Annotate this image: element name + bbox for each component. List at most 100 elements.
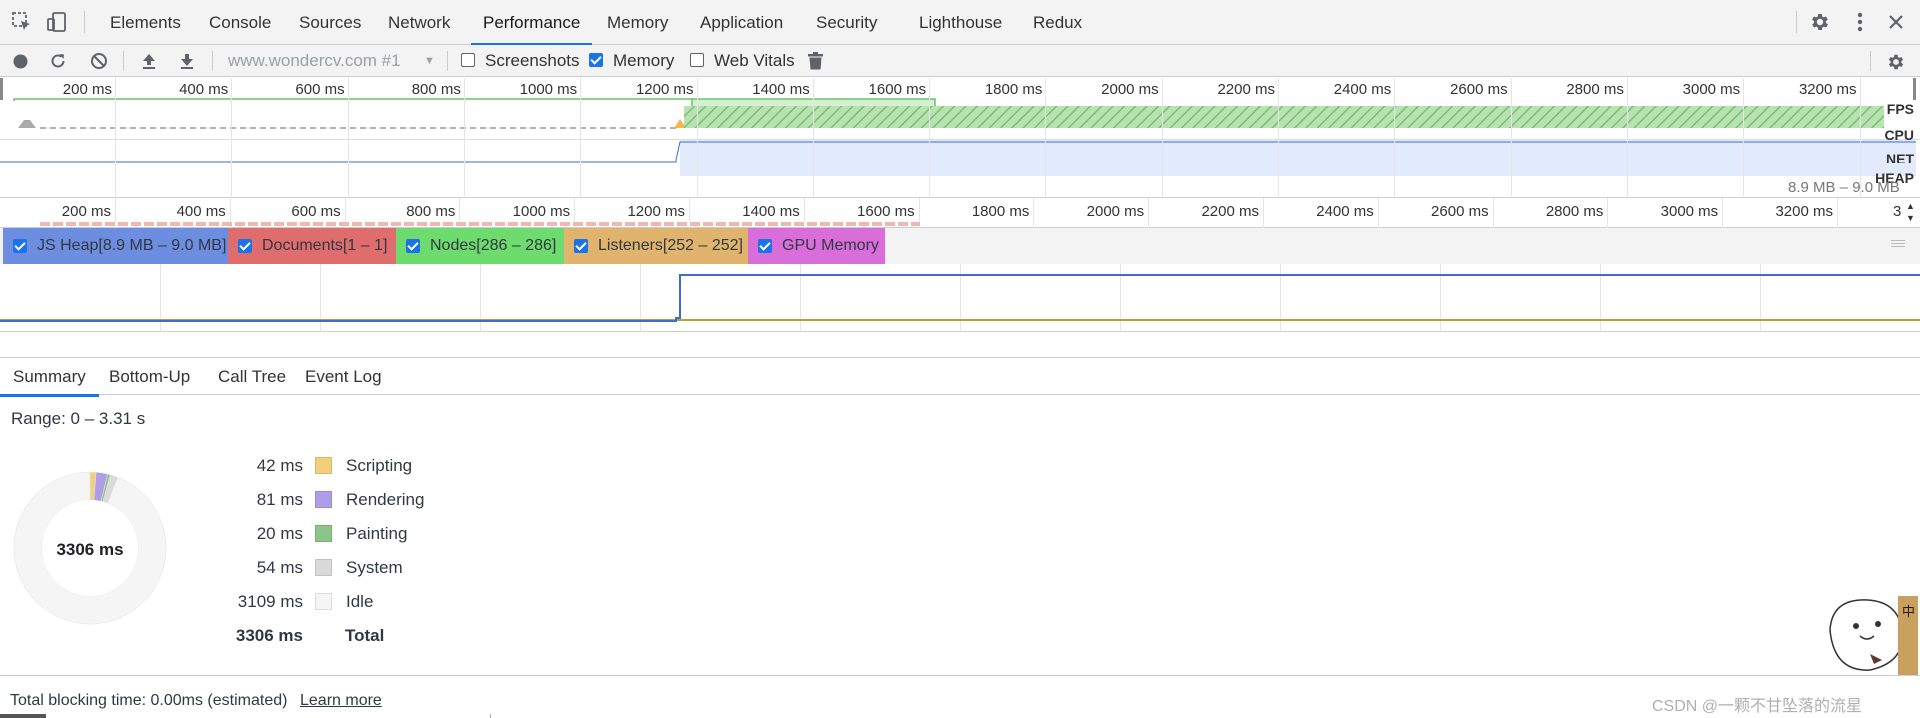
summary-row-value: 20 ms	[256, 524, 303, 543]
web-vitals-checkbox[interactable]	[690, 53, 704, 67]
toolbar-separator	[1870, 51, 1871, 71]
overview-tick-label: 1400 ms	[752, 81, 810, 98]
profile-select[interactable]: www.wondercv.com #1 ▼	[228, 45, 438, 77]
drag-handle-icon[interactable]	[1891, 238, 1905, 249]
download-profile-icon[interactable]	[178, 52, 196, 70]
overview-left-handle[interactable]	[0, 78, 3, 100]
tab-memory[interactable]: Memory	[607, 0, 668, 45]
summary-total-row: 3306 ms Total	[213, 619, 413, 653]
garbage-collect-icon[interactable]	[806, 51, 824, 71]
counter-js-heap[interactable]: JS Heap[8.9 MB – 9.0 MB]	[3, 228, 228, 264]
overview-right-handle[interactable]	[1913, 78, 1916, 100]
lane-label-cpu: CPU	[1884, 127, 1914, 143]
ruler-tick-label: 2600 ms	[1431, 203, 1489, 220]
total-blocking-time: Total blocking time: 0.00ms (estimated)	[10, 692, 288, 709]
overview-gridline	[231, 78, 233, 198]
heap-area	[680, 140, 1916, 176]
more-options-icon[interactable]	[1848, 10, 1872, 34]
mascot-sticker-image: 中	[1829, 596, 1918, 680]
timeline-overview[interactable]: 200 ms 400 ms 600 ms 800 ms 1000 ms 1200 ms 14…	[0, 78, 1920, 198]
ruler-tick-label: 2000 ms	[1086, 203, 1145, 220]
lane-label-net: NET	[1886, 151, 1914, 163]
summary-row-label: Idle	[346, 592, 374, 611]
tab-summary[interactable]: Summary	[0, 358, 99, 397]
ruler-gridline	[1837, 198, 1838, 228]
ruler-tick-label: 1600 ms	[857, 203, 915, 220]
tab-bottom-up[interactable]: Bottom-Up	[109, 358, 190, 396]
counter-documents-checkbox[interactable]	[238, 239, 252, 253]
tab-application[interactable]: Application	[700, 0, 783, 45]
profile-select-value: www.wondercv.com #1	[228, 51, 401, 70]
tab-event-log[interactable]: Event Log	[305, 358, 382, 396]
overview-tick-label: 200 ms	[62, 81, 112, 98]
ruler-scroll-arrows-icon[interactable]: ▲ ▼	[1906, 200, 1915, 224]
device-toolbar-icon[interactable]	[45, 10, 69, 34]
overview-tick-label: 600 ms	[295, 81, 345, 98]
cpu-scripting-spike	[10, 120, 40, 128]
ruler-tick-label: 3200 ms	[1775, 203, 1833, 220]
overview-gridline	[1161, 78, 1163, 198]
summary-row-value: 42 ms	[256, 456, 303, 475]
web-vitals-label: Web Vitals	[714, 51, 795, 70]
learn-more-link[interactable]: Learn more	[300, 692, 382, 710]
memory-checkbox[interactable]	[589, 53, 603, 67]
tab-performance[interactable]: Performance	[470, 0, 593, 46]
upload-profile-icon[interactable]	[140, 52, 158, 70]
tab-network[interactable]: Network	[388, 0, 450, 45]
counter-nodes[interactable]: Nodes[286 – 286]	[396, 228, 564, 264]
counter-listeners[interactable]: Listeners[252 – 252]	[564, 228, 748, 264]
ruler-gridline	[1377, 198, 1379, 228]
overview-tick-label: 2400 ms	[1333, 81, 1392, 98]
devtools-tab-bar: Elements Console Sources Network Perform…	[0, 0, 1920, 46]
counter-gpu-memory[interactable]: GPU Memory	[748, 228, 885, 264]
overview-tick-label: 3200 ms	[1798, 81, 1857, 98]
counter-documents[interactable]: Documents[1 – 1]	[228, 228, 396, 264]
counter-gpu-memory-checkbox[interactable]	[758, 239, 772, 253]
close-icon[interactable]	[1884, 10, 1908, 34]
timeline-ruler: 200 ms 400 ms 600 ms 800 ms 1000 ms 1200 ms 14…	[0, 198, 1920, 228]
counter-listeners-checkbox[interactable]	[574, 239, 588, 253]
summary-row-swatch	[315, 457, 332, 474]
overview-tick-label: 1800 ms	[984, 81, 1043, 98]
summary-row-label: Scripting	[346, 456, 413, 475]
counter-documents-label: Documents[1 – 1]	[262, 237, 388, 254]
counter-nodes-checkbox[interactable]	[406, 239, 420, 253]
summary-row-value: 3109 ms	[237, 592, 303, 611]
tab-sources[interactable]: Sources	[299, 0, 361, 45]
clear-icon[interactable]	[90, 52, 108, 70]
screenshots-checkbox[interactable]	[461, 53, 475, 67]
tab-redux[interactable]: Redux	[1033, 0, 1082, 45]
tab-elements[interactable]: Elements	[110, 0, 181, 45]
overview-tick-label: 400 ms	[179, 81, 229, 98]
frames-strip	[40, 222, 920, 226]
toolbar-separator	[212, 51, 213, 71]
counter-graph[interactable]	[0, 264, 1920, 332]
ruler-gridline	[1263, 198, 1264, 228]
counter-js-heap-checkbox[interactable]	[13, 239, 27, 253]
tab-separator	[1796, 11, 1797, 33]
lane-label-fps: FPS	[1886, 101, 1914, 117]
capture-settings-icon[interactable]	[1885, 51, 1907, 73]
overview-gridline	[1626, 78, 1628, 198]
tab-security[interactable]: Security	[816, 0, 877, 45]
tab-console[interactable]: Console	[209, 0, 271, 45]
tab-call-tree[interactable]: Call Tree	[218, 358, 286, 396]
settings-gear-icon[interactable]	[1808, 10, 1832, 34]
tab-separator	[84, 11, 85, 33]
reload-record-icon[interactable]	[49, 52, 67, 70]
overview-tick-label: 1600 ms	[868, 81, 927, 98]
tab-lighthouse[interactable]: Lighthouse	[919, 0, 1002, 45]
range-label: Range: 0 – 3.31 s	[11, 409, 146, 428]
record-icon[interactable]	[12, 53, 28, 69]
inspect-element-icon[interactable]	[10, 10, 34, 34]
scrollbar-thumb[interactable]	[0, 714, 46, 718]
screenshots-label: Screenshots	[485, 51, 580, 70]
overview-tick-label: 3000 ms	[1682, 81, 1741, 98]
memory-counters-bar: JS Heap[8.9 MB – 9.0 MB] Documents[1 – 1]…	[0, 228, 1920, 264]
overview-gridline	[1394, 78, 1396, 198]
overview-gridline	[115, 78, 116, 198]
summary-row: 20 ms Painting	[213, 517, 433, 551]
ruler-last-tick: 3	[1893, 203, 1902, 220]
ruler-tick-label: 1200 ms	[627, 203, 685, 220]
overview-tick-label: 1000 ms	[519, 81, 578, 98]
